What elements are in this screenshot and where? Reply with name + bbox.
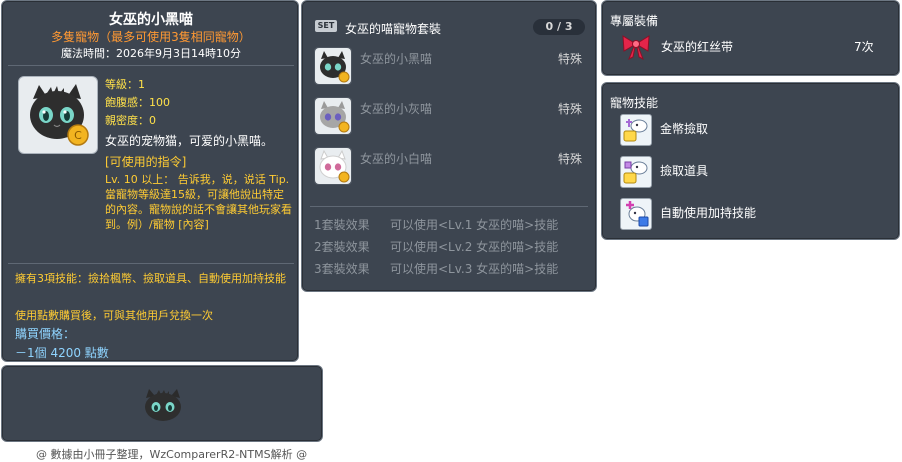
set-count: 0 / 3 [533,19,585,35]
stat-level: 等級：1 [105,78,145,91]
meso-pickup-icon [620,114,652,146]
black-cat-icon: C [30,84,89,146]
set-effect-label: 2套裝效果 [314,240,370,254]
commands-heading: [可使用的指令] [105,155,187,169]
set-member-icon [314,97,352,135]
set-title: 女巫的喵寵物套裝 [345,22,442,36]
pet-skills-heading: 寵物技能 [610,96,659,110]
set-member-icon [314,47,352,85]
set-badge: SET [315,20,337,32]
price-heading: 購買價格： [15,327,76,341]
pet-description: 女巫的宠物猫，可爱的小黑喵。 [105,134,274,148]
exclusive-item-name: 女巫的红丝带 [661,40,734,54]
exclusive-item-count: 7次 [854,40,874,54]
red-ribbon-icon [622,35,650,61]
item-pickup-icon [620,156,652,188]
divider [8,65,294,66]
price-value: －1個 4200 點數 [15,346,109,360]
pet-subtitle: 多隻寵物（最多可使用3隻相同寵物） [51,30,251,44]
pet-skill-name: 撿取道具 [660,164,709,178]
exclusive-equip-panel: 專屬裝備 女巫的红丝带 7次 [601,0,900,76]
pet-title: 女巫的小黑喵 [109,12,193,28]
set-member-icon [314,147,352,185]
black-cat-icon [315,48,351,84]
trade-line: 使用點數購買後，可與其他用戶兌換一次 [15,309,213,322]
set-member-name: 女巫的小白喵 [360,152,433,166]
set-member-type: 特殊 [558,52,583,66]
commands-text: Lv. 10 以上： 告诉我，说，说话 Tip. 當寵物等級達15級，可讓他說出… [105,173,292,231]
exclusive-heading: 專屬裝備 [610,14,659,28]
pet-preview-panel [1,365,323,442]
stat-fullness: 飽腹感：100 [105,96,170,109]
pet-skills-panel: 寵物技能 金幣撿取 撿取道具 自動使用加持技能 [601,82,900,240]
set-effect-text: 可以使用<Lv.1 女巫的喵>技能 [390,218,559,232]
svg-text:C: C [74,129,82,142]
pet-skill-name: 自動使用加持技能 [660,206,757,220]
stat-closeness: 親密度：0 [105,114,156,127]
pet-tooltip-panel: 女巫的小黑喵 多隻寵物（最多可使用3隻相同寵物） 魔法時間：2026年9月3日1… [1,0,299,362]
divider [8,263,294,264]
set-effect-text: 可以使用<Lv.3 女巫的喵>技能 [390,262,559,276]
set-member-type: 特殊 [558,102,583,116]
gray-cat-icon [315,98,351,134]
set-effect-label: 3套裝效果 [314,262,370,276]
white-cat-icon [315,148,351,184]
divider [310,206,588,207]
set-effect-text: 可以使用<Lv.2 女巫的喵>技能 [390,240,559,254]
pet-image-box: C [18,76,98,154]
set-member-name: 女巫的小黑喵 [360,52,433,66]
skills-line: 擁有3項技能：撿拾楓幣、撿取道具、自動使用加持技能 [15,272,286,285]
set-member-type: 特殊 [558,152,583,166]
pet-skill-name: 金幣撿取 [660,122,709,136]
expire-time: 魔法時間：2026年9月3日14時10分 [61,47,241,60]
set-panel: SET 女巫的喵寵物套裝 0 / 3 女巫的小黑喵 特殊 女巫的小灰喵 特殊 女… [301,0,597,292]
auto-buff-icon [620,198,652,230]
footer-credit: @ 數據由小冊子整理，WzComparerR2-NTMS解析 @ [36,448,308,461]
black-cat-sprite-icon [145,389,181,421]
set-member-name: 女巫的小灰喵 [360,102,433,116]
set-effect-label: 1套裝效果 [314,218,370,232]
